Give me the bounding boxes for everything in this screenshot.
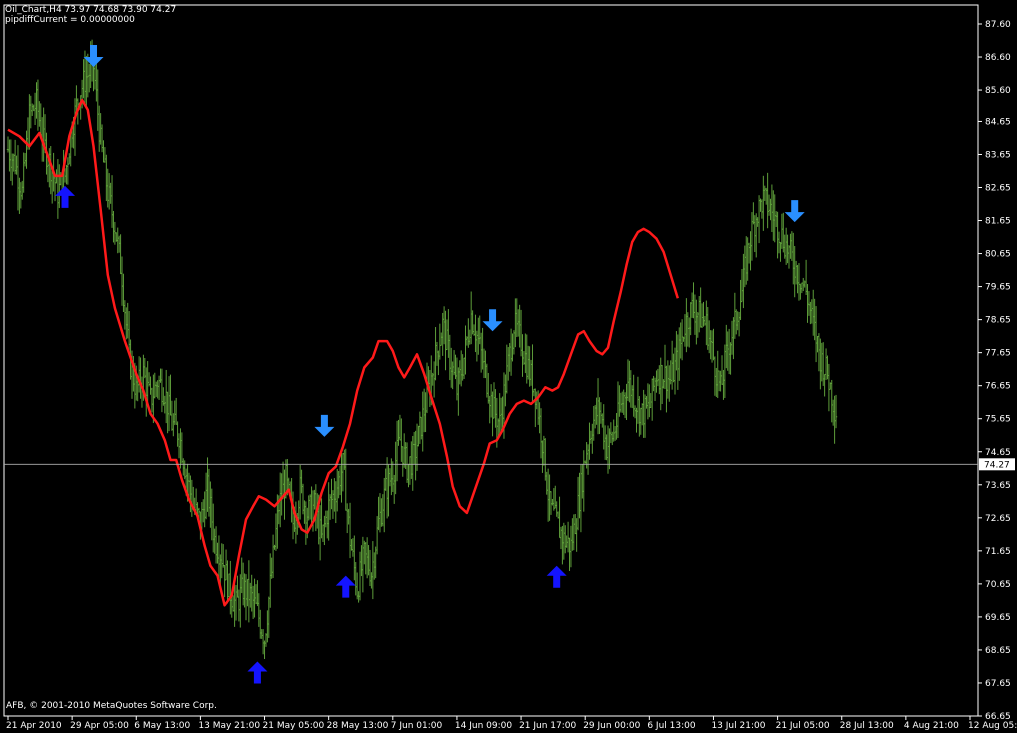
x-tick-label: 4 Aug 21:00 xyxy=(904,721,959,731)
x-tick-label: 21 Jun 17:00 xyxy=(519,721,576,731)
y-tick-label: 73.65 xyxy=(985,481,1011,491)
y-tick-label: 69.65 xyxy=(985,613,1011,623)
y-tick-label: 77.65 xyxy=(985,349,1011,359)
sell-signal-arrow-icon xyxy=(314,414,335,437)
price-chart[interactable]: 87.60 86.60 85.60 84.65 83.65 82.65 81.65 80.65… xyxy=(0,0,1017,733)
x-tick-label: 21 May 05:00 xyxy=(263,721,325,731)
y-tick-label: 80.65 xyxy=(985,250,1011,260)
x-tick-label: 21 Jul 05:00 xyxy=(776,721,830,731)
indicator-readout: pipdiffCurrent = 0.00000000 xyxy=(5,15,135,25)
y-tick-label: 67.65 xyxy=(985,679,1011,689)
plot-frame xyxy=(3,4,979,717)
x-tick-label: 14 Jun 09:00 xyxy=(455,721,512,731)
buy-signal-arrow-icon xyxy=(247,661,268,684)
moving-average-line xyxy=(7,98,679,607)
y-tick-label: 86.60 xyxy=(985,53,1011,63)
y-tick-label: 74.65 xyxy=(985,448,1011,458)
x-tick-label: 29 Apr 05:00 xyxy=(70,721,129,731)
y-tick-label: 71.65 xyxy=(985,547,1011,557)
x-tick-label: 21 Apr 2010 xyxy=(6,721,62,731)
x-tick-label: 13 Jul 21:00 xyxy=(711,721,765,731)
x-tick-label: 12 Aug 05:00 xyxy=(968,721,1017,731)
y-tick-label: 78.65 xyxy=(985,316,1011,326)
y-tick-label: 79.65 xyxy=(985,283,1011,293)
y-tick-label: 83.65 xyxy=(985,150,1011,160)
buy-signal-arrow-icon xyxy=(335,575,356,598)
y-tick-label: 72.65 xyxy=(985,514,1011,524)
sell-signal-arrow-icon xyxy=(482,309,503,332)
y-tick-label: 87.60 xyxy=(985,20,1011,30)
chart-symbol-info: Oil_Chart,H4 73.97 74.68 73.90 74.27 xyxy=(5,5,177,15)
buy-signal-arrow-icon xyxy=(546,565,567,588)
y-tick-label: 75.65 xyxy=(985,415,1011,425)
y-tick-label: 84.65 xyxy=(985,117,1011,127)
y-tick-label: 76.65 xyxy=(985,382,1011,392)
y-tick-label: 81.65 xyxy=(985,217,1011,227)
x-tick-label: 7 Jun 01:00 xyxy=(391,721,443,731)
sell-signal-arrow-icon xyxy=(784,200,805,223)
current-price-label: 74.27 xyxy=(984,460,1010,470)
chart-window[interactable]: 87.60 86.60 85.60 84.65 83.65 82.65 81.65 80.65… xyxy=(0,0,1017,733)
y-tick-label: 68.65 xyxy=(985,646,1011,656)
x-tick-label: 6 Jul 13:00 xyxy=(647,721,696,731)
y-tick-label: 82.65 xyxy=(985,184,1011,194)
x-tick-label: 29 Jun 00:00 xyxy=(583,721,640,731)
y-tick-label: 70.65 xyxy=(985,580,1011,590)
y-tick-label: 85.60 xyxy=(985,86,1011,96)
x-tick-label: 13 May 21:00 xyxy=(198,721,260,731)
x-tick-label: 28 Jul 13:00 xyxy=(840,721,894,731)
copyright-text: AFB, © 2001-2010 MetaQuotes Software Cor… xyxy=(6,701,217,711)
x-tick-label: 28 May 13:00 xyxy=(327,721,389,731)
x-tick-label: 6 May 13:00 xyxy=(134,721,190,731)
